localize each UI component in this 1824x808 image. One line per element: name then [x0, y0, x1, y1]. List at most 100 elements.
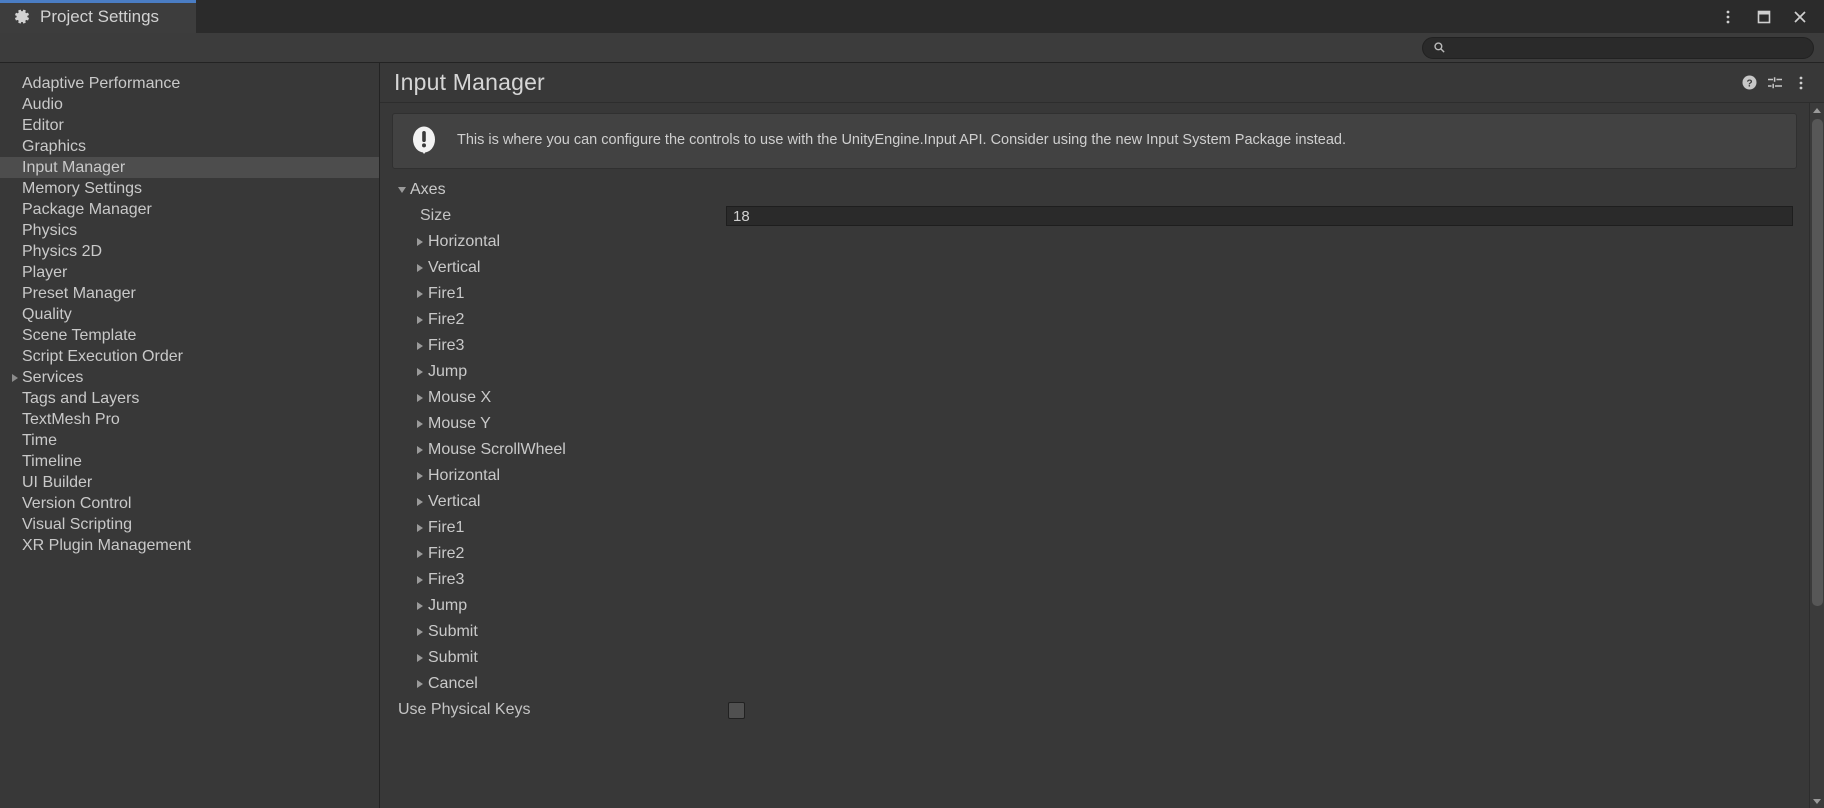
sidebar-item-label: XR Plugin Management [22, 536, 191, 554]
sidebar-item-tags-and-layers[interactable]: Tags and Layers [0, 388, 379, 409]
sidebar-item-label: Input Manager [22, 158, 126, 176]
content-scroll-area: This is where you can configure the cont… [380, 103, 1824, 808]
sidebar-item-label: UI Builder [22, 473, 93, 491]
chevron-right-icon[interactable] [412, 628, 428, 636]
help-button[interactable]: ? [1736, 70, 1762, 96]
chevron-right-icon[interactable] [8, 374, 22, 382]
axis-label: Fire1 [428, 285, 465, 302]
vertical-scrollbar[interactable] [1809, 103, 1824, 808]
axis-row[interactable]: Submit [392, 619, 1797, 645]
window-maximize-button[interactable] [1746, 0, 1782, 33]
axes-list: Horizontal Vertical Fire1 Fire2 Fire3 Jump Mou… [392, 229, 1797, 697]
chevron-down-icon[interactable] [1810, 794, 1824, 808]
chevron-right-icon[interactable] [412, 368, 428, 376]
chevron-right-icon[interactable] [412, 680, 428, 688]
content-menu-button[interactable] [1788, 70, 1814, 96]
sidebar-item-physics[interactable]: Physics [0, 220, 379, 241]
chevron-right-icon[interactable] [412, 472, 428, 480]
sidebar-item-audio[interactable]: Audio [0, 94, 379, 115]
axis-row[interactable]: Fire2 [392, 541, 1797, 567]
settings-toolbar [0, 33, 1824, 63]
axes-size-input[interactable]: 18 [726, 206, 1793, 226]
axes-size-row: Size 18 [392, 203, 1797, 229]
scrollbar-thumb[interactable] [1811, 119, 1823, 607]
sidebar-item-label: Version Control [22, 494, 132, 512]
axis-row[interactable]: Fire1 [392, 281, 1797, 307]
titlebar-spacer [196, 0, 1710, 33]
sidebar-item-label: Physics [22, 221, 78, 239]
chevron-right-icon[interactable] [412, 498, 428, 506]
chevron-up-icon[interactable] [1810, 103, 1824, 117]
sidebar-item-scene-template[interactable]: Scene Template [0, 325, 379, 346]
sidebar-item-version-control[interactable]: Version Control [0, 493, 379, 514]
input-manager-pane: This is where you can configure the cont… [380, 103, 1809, 808]
sidebar-item-services[interactable]: Services [0, 367, 379, 388]
axis-row[interactable]: Fire2 [392, 307, 1797, 333]
info-banner: This is where you can configure the cont… [392, 113, 1797, 169]
sidebar-item-label: TextMesh Pro [22, 410, 120, 428]
chevron-right-icon[interactable] [412, 394, 428, 402]
chevron-right-icon[interactable] [412, 550, 428, 558]
sidebar-item-label: Graphics [22, 137, 87, 155]
sidebar-item-time[interactable]: Time [0, 430, 379, 451]
sidebar-item-physics-2d[interactable]: Physics 2D [0, 241, 379, 262]
axis-row[interactable]: Fire3 [392, 567, 1797, 593]
axis-row[interactable]: Mouse ScrollWheel [392, 437, 1797, 463]
sidebar-item-quality[interactable]: Quality [0, 304, 379, 325]
settings-sidebar[interactable]: Adaptive Performance Audio Editor Graphics I… [0, 63, 380, 808]
axis-label: Submit [428, 623, 478, 640]
sidebar-item-memory-settings[interactable]: Memory Settings [0, 178, 379, 199]
sidebar-item-graphics[interactable]: Graphics [0, 136, 379, 157]
chevron-right-icon[interactable] [412, 524, 428, 532]
axis-label: Horizontal [428, 467, 501, 484]
sidebar-item-xr-plugin-management[interactable]: XR Plugin Management [0, 535, 379, 556]
use-physical-keys-checkbox[interactable] [728, 701, 745, 719]
sidebar-item-visual-scripting[interactable]: Visual Scripting [0, 514, 379, 535]
chevron-right-icon[interactable] [412, 654, 428, 662]
sidebar-item-player[interactable]: Player [0, 262, 379, 283]
chevron-down-icon[interactable] [394, 187, 410, 193]
sidebar-item-adaptive-performance[interactable]: Adaptive Performance [0, 73, 379, 94]
sidebar-item-preset-manager[interactable]: Preset Manager [0, 283, 379, 304]
preset-settings-button[interactable] [1762, 70, 1788, 96]
axis-row[interactable]: Vertical [392, 489, 1797, 515]
banner-message: This is where you can configure the cont… [457, 132, 1347, 149]
tab-project-settings[interactable]: Project Settings [0, 0, 196, 33]
chevron-right-icon[interactable] [412, 602, 428, 610]
axis-row[interactable]: Horizontal [392, 229, 1797, 255]
axis-row[interactable]: Mouse Y [392, 411, 1797, 437]
axis-row[interactable]: Vertical [392, 255, 1797, 281]
sidebar-item-script-execution-order[interactable]: Script Execution Order [0, 346, 379, 367]
chevron-right-icon[interactable] [412, 238, 428, 246]
axes-section-header[interactable]: Axes [392, 177, 1797, 203]
chevron-right-icon[interactable] [412, 576, 428, 584]
sidebar-item-label: Memory Settings [22, 179, 143, 197]
search-box[interactable] [1422, 36, 1814, 59]
window-menu-button[interactable] [1710, 0, 1746, 33]
axis-row[interactable]: Cancel [392, 671, 1797, 697]
axis-row[interactable]: Jump [392, 593, 1797, 619]
axis-row[interactable]: Submit [392, 645, 1797, 671]
window-close-button[interactable] [1782, 0, 1818, 33]
chevron-right-icon[interactable] [412, 264, 428, 272]
sidebar-item-ui-builder[interactable]: UI Builder [0, 472, 379, 493]
axis-row[interactable]: Fire1 [392, 515, 1797, 541]
chevron-right-icon[interactable] [412, 420, 428, 428]
sidebar-item-editor[interactable]: Editor [0, 115, 379, 136]
axis-row[interactable]: Horizontal [392, 463, 1797, 489]
chevron-right-icon[interactable] [412, 290, 428, 298]
chevron-right-icon[interactable] [412, 446, 428, 454]
search-input[interactable] [1452, 40, 1803, 55]
axis-row[interactable]: Jump [392, 359, 1797, 385]
axis-row[interactable]: Mouse X [392, 385, 1797, 411]
sidebar-item-package-manager[interactable]: Package Manager [0, 199, 379, 220]
axis-row[interactable]: Fire3 [392, 333, 1797, 359]
chevron-right-icon[interactable] [412, 342, 428, 350]
project-settings-window: Project Settings Adaptive Performance Au… [0, 0, 1824, 808]
sidebar-item-input-manager[interactable]: Input Manager [0, 157, 379, 178]
scrollbar-track[interactable] [1810, 117, 1824, 794]
sidebar-item-timeline[interactable]: Timeline [0, 451, 379, 472]
sidebar-item-textmesh-pro[interactable]: TextMesh Pro [0, 409, 379, 430]
warning-icon [407, 124, 441, 158]
chevron-right-icon[interactable] [412, 316, 428, 324]
